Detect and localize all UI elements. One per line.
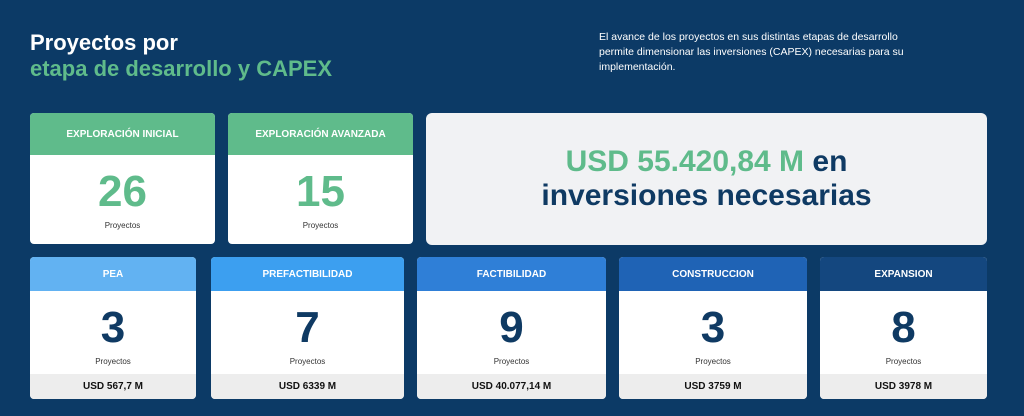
stage-card-pea: PEA 3 Proyectos USD 567,7 M [30,257,196,399]
stage-card-header: EXPLORACIÓN INICIAL [30,113,215,155]
stage-investment: USD 40.077,14 M [417,374,606,399]
stage-investment: USD 3978 M [820,374,987,399]
project-count-label: Proyectos [493,357,530,366]
stage-investment: USD 567,7 M [30,374,196,399]
stage-card-header: EXPLORACIÓN AVANZADA [228,113,413,155]
stage-card-factibilidad: FACTIBILIDAD 9 Proyectos USD 40.077,14 M [417,257,606,399]
stage-card-exploracion-avanzada: EXPLORACIÓN AVANZADA 15 Proyectos [228,113,413,244]
stage-card-prefactibilidad: PREFACTIBILIDAD 7 Proyectos USD 6339 M [211,257,404,399]
stage-card-exploracion-inicial: EXPLORACIÓN INICIAL 26 Proyectos [30,113,215,244]
project-count: 26 [98,167,147,216]
stage-card-header: FACTIBILIDAD [417,257,606,291]
project-count-label: Proyectos [95,357,131,366]
title-line-2: etapa de desarrollo y CAPEX [30,56,332,81]
stage-card-header: EXPANSION [820,257,987,291]
capex-total-panel: USD 55.420,84 M en inversiones necesaria… [426,113,987,245]
project-count: 3 [700,303,726,352]
capex-connector: en [804,145,848,178]
project-count: 3 [100,303,126,352]
page-title: Proyectos por etapa de desarrollo y CAPE… [30,30,332,82]
stage-investment: USD 3759 M [619,374,807,399]
stage-card-construccion: CONSTRUCCION 3 Proyectos USD 3759 M [619,257,807,399]
capex-total-text: USD 55.420,84 M en inversiones necesaria… [541,145,871,213]
stage-card-header: CONSTRUCCION [619,257,807,291]
stage-card-expansion: EXPANSION 8 Proyectos USD 3978 M [820,257,987,399]
project-count-label: Proyectos [695,357,731,366]
project-count: 8 [891,303,916,352]
stage-investment: USD 6339 M [211,374,404,399]
project-count: 15 [296,167,345,216]
project-count: 7 [295,303,320,352]
intro-description: El avance de los proyectos en sus distin… [599,31,904,73]
project-count-label: Proyectos [289,357,326,366]
title-line-1: Proyectos por [30,30,178,55]
stage-card-header: PEA [30,257,196,291]
project-count-label: Proyectos [302,221,339,230]
project-count: 9 [499,303,524,352]
capex-total-caption: inversiones necesarias [541,179,872,212]
stage-card-header: PREFACTIBILIDAD [211,257,404,291]
project-count-label: Proyectos [104,221,141,230]
project-count-label: Proyectos [885,357,922,366]
capex-total-amount: USD 55.420,84 M [565,145,805,178]
